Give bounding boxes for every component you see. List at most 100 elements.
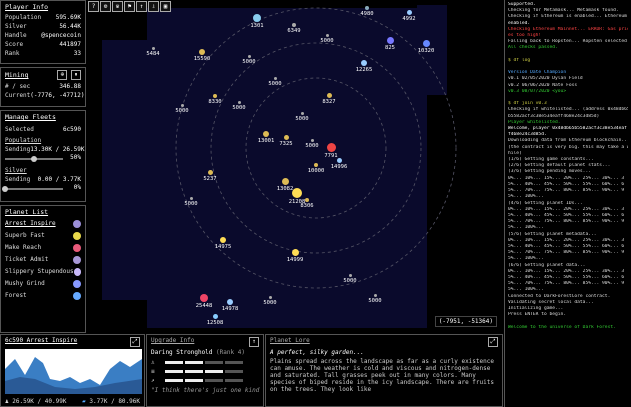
upgrade-info-title[interactable]: Upgrade Info (151, 337, 194, 347)
player-info-row: Score 441897 (1, 40, 85, 49)
planet-label: 14975 (214, 244, 232, 250)
planet[interactable] (200, 294, 208, 302)
planet-list-item[interactable]: Mushy Grind (1, 278, 85, 290)
planet[interactable] (305, 198, 309, 202)
planet[interactable] (273, 76, 277, 80)
twitter-icon[interactable]: ▣ (160, 1, 171, 12)
player-info-value: 33 (73, 50, 81, 57)
planet[interactable] (253, 14, 261, 22)
planet-icon (73, 256, 81, 264)
player-info-key: Score (5, 41, 24, 48)
planet-list-item[interactable]: Ticket Admit (1, 254, 85, 266)
fleets-panel: Manage Fleets Selected 6c590 Population S… (0, 110, 86, 202)
target-icon[interactable]: ⊕ (57, 70, 68, 80)
player-info-title[interactable]: Player Info (5, 3, 81, 11)
person-icon: ♟ (5, 398, 9, 405)
planet-dex-icon[interactable]: ⚑ (124, 1, 135, 12)
planet[interactable] (180, 103, 184, 107)
planet[interactable] (227, 299, 233, 305)
planet[interactable] (268, 295, 272, 299)
planet-label: 5000 (242, 58, 256, 65)
upgrade-icon[interactable]: ↑ (136, 1, 147, 12)
expand-icon[interactable]: ⤢ (130, 337, 140, 347)
upgrade-info-panel: Upgrade Info ↑ Daring Stronghold (Rank 4… (146, 334, 264, 407)
planet-list-item[interactable]: Forest (1, 290, 85, 302)
planet[interactable] (283, 134, 289, 140)
leaderboard-icon[interactable]: ♛ (112, 1, 123, 12)
upgrade-arrow-icon[interactable]: ↑ (249, 337, 259, 347)
population-icon: ♙ (151, 359, 155, 366)
planet[interactable] (213, 94, 217, 98)
planet-list-name: Make Reach (5, 244, 42, 251)
lore-expand-icon[interactable]: ⤢ (488, 337, 498, 347)
planet[interactable] (281, 177, 289, 185)
planet-label: 14996 (330, 163, 348, 170)
pop-sending-label: Sending (5, 146, 31, 153)
planet[interactable] (422, 39, 430, 47)
planet[interactable] (292, 23, 296, 27)
planet-list-item[interactable]: Make Reach (1, 242, 85, 254)
silver-slider-track[interactable] (5, 188, 63, 190)
planet-label: 5000 (305, 142, 319, 149)
planet[interactable] (263, 131, 269, 137)
selected-planet-title[interactable]: 6c590 Arrest Inspire (5, 337, 77, 347)
planet-label: 5000 (232, 104, 246, 111)
planet[interactable] (365, 6, 369, 10)
planet[interactable] (151, 46, 155, 50)
player-info-value: @spencecoin (41, 32, 81, 39)
player-info-value: 56.44K (59, 23, 81, 30)
planet[interactable] (373, 293, 377, 297)
planet-lore-title[interactable]: Planet Lore (270, 337, 310, 347)
planet-label: 5000 (320, 37, 334, 44)
mining-title[interactable]: Mining (5, 71, 28, 79)
planet-list-title[interactable]: Planet List (5, 208, 81, 216)
planet[interactable] (361, 60, 367, 66)
player-info-key: Handle (5, 32, 27, 39)
planet-label: 10000 (307, 168, 325, 174)
planet[interactable] (207, 169, 213, 175)
planet[interactable] (220, 237, 226, 243)
silver-icon: ▰ (82, 398, 86, 405)
planet-label: 1301 (250, 23, 264, 29)
planet-list-item[interactable]: Superb Fast (1, 230, 85, 242)
download-icon[interactable]: ⇩ (148, 1, 159, 12)
planet[interactable] (314, 163, 318, 167)
planet[interactable] (199, 49, 205, 55)
planet-label: 5000 (343, 277, 357, 284)
planet-icon (73, 232, 81, 240)
planet[interactable] (336, 157, 342, 163)
cursor-coordinates: (-7951, -51364) (434, 316, 497, 327)
planet[interactable] (300, 111, 304, 115)
planet[interactable] (237, 100, 241, 104)
planet[interactable] (310, 138, 314, 142)
mining-panel: Mining ⊕ ⏸ # / sec 346.88 Current (-7776, … (0, 67, 86, 107)
terminal-line: Welcome to the universe of Dark Forest. (508, 324, 616, 330)
selected-label: Selected (5, 126, 34, 133)
planet[interactable] (189, 196, 193, 200)
planet-label: 8327 (322, 98, 336, 105)
settings-icon[interactable]: ⚙ (100, 1, 111, 12)
planet[interactable] (326, 92, 332, 98)
help-icon[interactable]: ? (88, 1, 99, 12)
planet[interactable] (326, 142, 336, 152)
planet[interactable] (292, 188, 302, 198)
planet[interactable] (386, 36, 394, 44)
planet[interactable] (348, 273, 352, 277)
planet[interactable] (406, 9, 412, 15)
fleets-title[interactable]: Manage Fleets (5, 113, 81, 121)
terminal[interactable]: Supported. Checking for Metamask... Metam… (504, 0, 631, 407)
pause-icon[interactable]: ⏸ (71, 70, 81, 80)
planet[interactable] (212, 313, 218, 319)
silver-slider-handle[interactable] (2, 186, 8, 192)
planet-label: 4992 (402, 15, 416, 22)
planet[interactable] (247, 54, 251, 58)
planet-label: 5000 (268, 80, 282, 87)
planet-list-item[interactable]: Arrest Inspire (1, 218, 85, 230)
planet[interactable] (291, 248, 299, 256)
planet-label: 5000 (295, 115, 309, 122)
planet-list-item[interactable]: Slippery Stupendous (1, 266, 85, 278)
silver-label: Silver (5, 167, 27, 174)
planet[interactable] (325, 33, 329, 37)
pop-slider-handle[interactable] (31, 156, 37, 162)
game-map[interactable]: 4980 4992 1301 6349 5000 825 10320 5484 15590 500… (87, 0, 503, 333)
